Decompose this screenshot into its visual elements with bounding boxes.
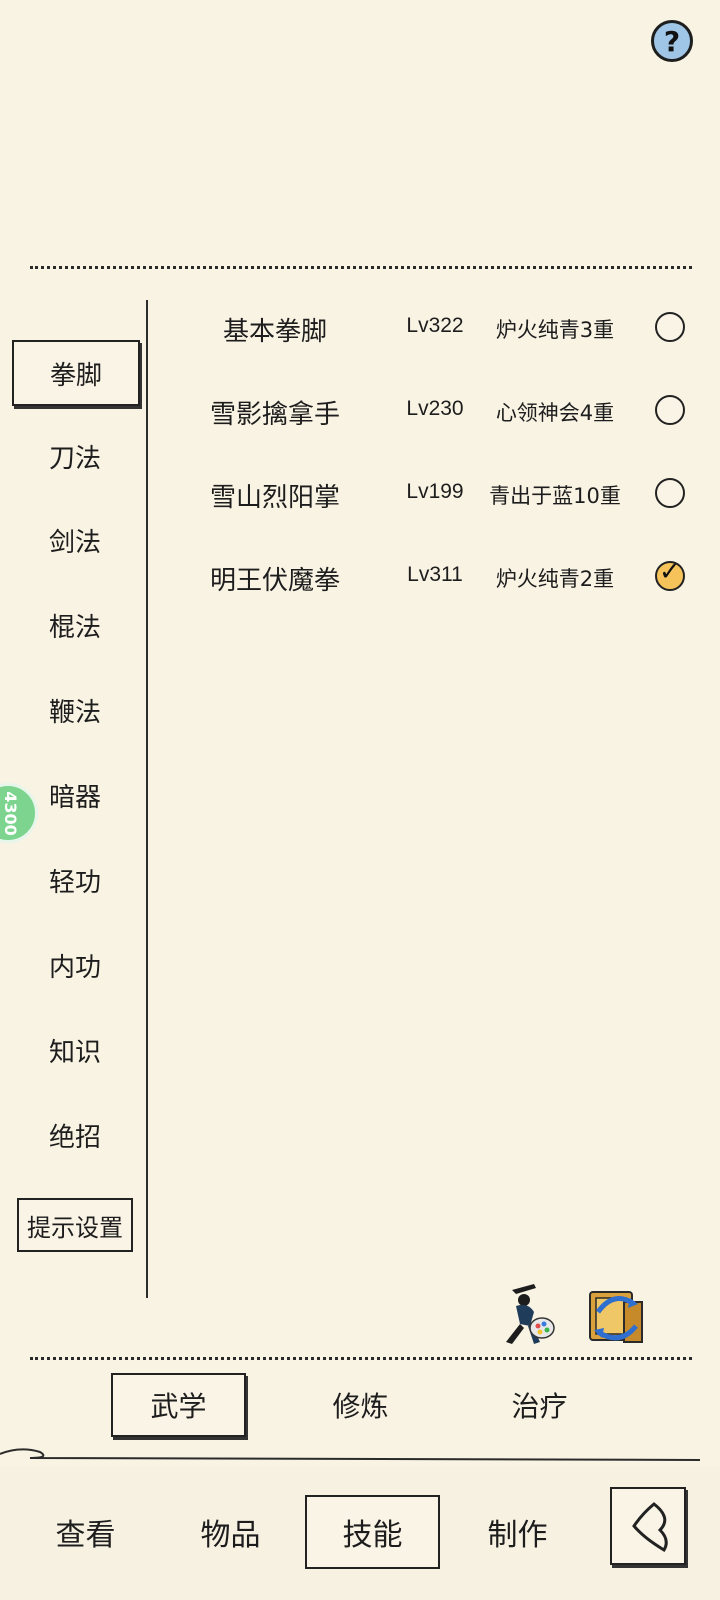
category-neigong[interactable]: 内功 [10,933,140,997]
category-label: 刀法 [48,443,101,474]
tab-label: 武学 [150,1390,207,1423]
skill-level: Lv230 [406,397,464,420]
book-swap-icon[interactable] [584,1282,648,1348]
top-divider [30,266,692,269]
skill-level: Lv199 [406,480,464,503]
category-gunfa[interactable]: 棍法 [10,593,140,657]
skill-row[interactable]: 基本拳脚 Lv322 炉火纯青3重 [150,297,710,357]
hint-settings-button[interactable]: 提示设置 [17,1198,133,1252]
skill-name: 基本拳脚 [222,317,327,347]
skill-rank: 炉火纯青3重 [495,318,615,342]
nav-zhizuo[interactable]: 制作 [450,1495,585,1569]
category-jianfa[interactable]: 剑法 [10,508,140,572]
back-arrow-icon [632,1502,668,1553]
nav-label: 物品 [200,1518,261,1553]
category-label: 知识 [48,1037,101,1068]
bottom-divider [30,1357,692,1360]
category-quanjiao[interactable]: 拳脚 [12,340,140,406]
sidebar-divider [146,300,148,1298]
nav-label: 技能 [342,1518,403,1553]
category-bianfa[interactable]: 鞭法 [10,678,140,742]
skill-row[interactable]: 明王伏魔拳 Lv311 炉火纯青2重 ✓ [150,546,710,606]
skill-row[interactable]: 雪影擒拿手 Lv230 心领神会4重 [150,380,710,440]
nav-label: 制作 [487,1518,548,1553]
floating-badge-text: 4300 [1,790,21,836]
tab-label: 修炼 [332,1390,389,1423]
skill-rank: 炉火纯青2重 [495,567,615,591]
nav-wupin[interactable]: 物品 [163,1495,298,1569]
nav-jineng[interactable]: 技能 [305,1495,440,1569]
checkmark-icon: ✓ [659,557,681,587]
category-label: 绝招 [48,1122,101,1153]
hint-settings-label: 提示设置 [27,1213,123,1242]
skill-name: 雪影擒拿手 [209,400,340,430]
ink-stroke-decoration [0,1448,701,1461]
category-label: 暗器 [48,782,101,813]
category-label: 鞭法 [48,697,101,728]
skill-level: Lv311 [407,563,463,586]
category-zhishi[interactable]: 知识 [10,1018,140,1082]
skill-select-radio[interactable]: ✓ [655,557,685,591]
tab-wuxue[interactable]: 武学 [111,1373,246,1437]
skill-select-radio[interactable] [655,312,685,342]
category-label: 棍法 [48,612,101,643]
nav-chakan[interactable]: 查看 [18,1495,153,1569]
category-label: 内功 [48,952,101,983]
warrior-palette-icon[interactable] [494,1282,558,1348]
skill-row[interactable]: 雪山烈阳掌 Lv199 青出于蓝10重 [150,463,710,523]
skill-name: 雪山烈阳掌 [209,483,340,513]
category-qinggong[interactable]: 轻功 [10,848,140,912]
skill-select-radio[interactable] [655,478,685,508]
help-button[interactable]: ? [651,20,693,62]
skill-name: 明王伏魔拳 [209,566,340,596]
tab-label: 治疗 [511,1390,568,1423]
category-label: 剑法 [48,527,101,558]
tab-xiulian[interactable]: 修炼 [293,1373,428,1437]
category-juezhao[interactable]: 绝招 [10,1103,140,1167]
skill-select-radio[interactable] [655,395,685,425]
skill-level: Lv322 [406,314,464,337]
back-button[interactable] [610,1487,686,1565]
category-label: 轻功 [48,867,101,898]
help-icon: ? [663,24,681,58]
tab-zhiliao[interactable]: 治疗 [472,1373,607,1437]
skill-rank: 心领神会4重 [495,401,615,425]
category-label: 拳脚 [49,360,102,391]
nav-label: 查看 [55,1518,116,1553]
skill-rank: 青出于蓝10重 [489,484,621,508]
category-daofa[interactable]: 刀法 [10,424,140,488]
